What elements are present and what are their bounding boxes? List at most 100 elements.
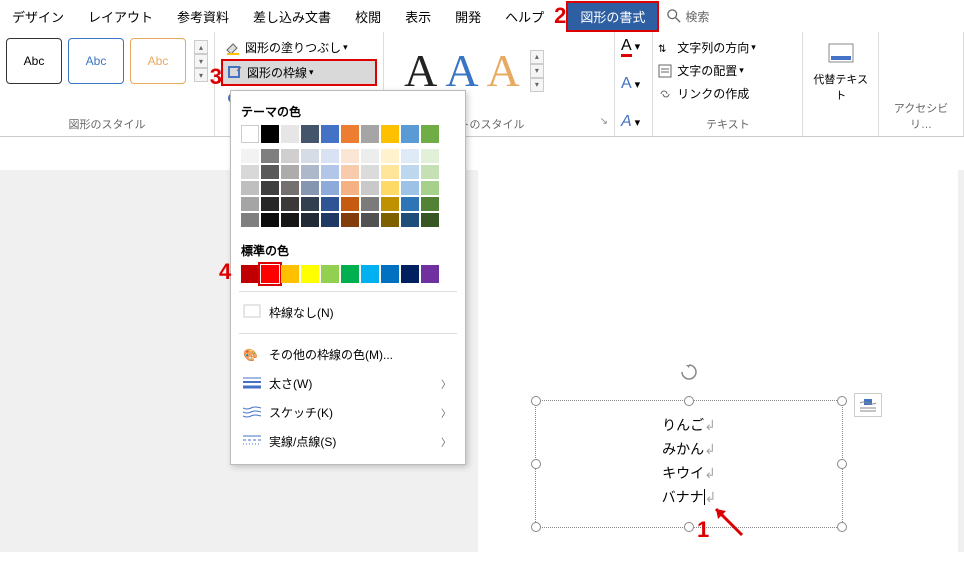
tint[interactable] (241, 149, 259, 163)
theme-color-green[interactable] (421, 125, 439, 143)
tint[interactable] (301, 213, 319, 227)
tint[interactable] (381, 213, 399, 227)
text-effects-button[interactable]: A ▾ (621, 112, 646, 132)
tint[interactable] (301, 181, 319, 195)
std-orange[interactable] (281, 265, 299, 283)
menu-design[interactable]: デザイン (0, 3, 76, 30)
menu-review[interactable]: 校閲 (343, 3, 393, 30)
std-lightgreen[interactable] (321, 265, 339, 283)
tint[interactable] (241, 197, 259, 211)
shape-style-3[interactable]: Abc (130, 38, 186, 84)
create-link-button[interactable]: リンクの作成 (657, 82, 798, 105)
tint[interactable] (361, 213, 379, 227)
layout-options-button[interactable] (854, 393, 882, 417)
wordart-spinner[interactable]: ▴▾▾ (530, 50, 544, 92)
std-purple[interactable] (421, 265, 439, 283)
shape-style-2[interactable]: Abc (68, 38, 124, 84)
tint[interactable] (301, 197, 319, 211)
tint[interactable] (421, 213, 439, 227)
resize-handle[interactable] (837, 522, 847, 532)
shape-style-1[interactable]: Abc (6, 38, 62, 84)
tint[interactable] (281, 213, 299, 227)
theme-color-white[interactable] (241, 125, 259, 143)
tint[interactable] (361, 181, 379, 195)
tint[interactable] (321, 181, 339, 195)
theme-color-darkblue[interactable] (301, 125, 319, 143)
menu-view[interactable]: 表示 (393, 3, 443, 30)
theme-color-gold[interactable] (381, 125, 399, 143)
theme-color-black[interactable] (261, 125, 279, 143)
tint[interactable] (381, 149, 399, 163)
tint[interactable] (361, 149, 379, 163)
tint[interactable] (321, 149, 339, 163)
tint[interactable] (341, 149, 359, 163)
tint[interactable] (341, 165, 359, 179)
shape-outline-button[interactable]: 図形の枠線▾ (221, 59, 377, 86)
tint[interactable] (261, 213, 279, 227)
menu-references[interactable]: 参考資料 (165, 3, 241, 30)
tint[interactable] (421, 181, 439, 195)
std-red[interactable] (261, 265, 279, 283)
tint[interactable] (321, 213, 339, 227)
tint[interactable] (321, 165, 339, 179)
dashes-item[interactable]: 実線/点線(S)〉 (239, 427, 457, 456)
resize-handle[interactable] (837, 396, 847, 406)
tint[interactable] (381, 197, 399, 211)
tint[interactable] (401, 213, 419, 227)
theme-color-lightblue[interactable] (401, 125, 419, 143)
resize-handle[interactable] (684, 396, 694, 406)
tint[interactable] (421, 149, 439, 163)
resize-handle[interactable] (531, 396, 541, 406)
tint[interactable] (341, 197, 359, 211)
theme-color-orange[interactable] (341, 125, 359, 143)
no-outline-item[interactable]: 枠線なし(N) (239, 298, 457, 327)
tint[interactable] (261, 165, 279, 179)
tint[interactable] (281, 197, 299, 211)
menu-developer[interactable]: 開発 (443, 3, 493, 30)
search-box[interactable]: 検索 (667, 8, 709, 25)
tint[interactable] (261, 181, 279, 195)
alt-text-button[interactable]: 代替テキスト (809, 40, 872, 103)
rotate-handle[interactable] (680, 363, 698, 381)
wordart-gallery[interactable]: A A A ▴▾▾ (404, 36, 608, 97)
shape-text-content[interactable]: りんご↲ みかん↲ キウイ↲ バナナ↲ (536, 401, 842, 509)
menu-help[interactable]: ヘルプ (493, 3, 556, 30)
resize-handle[interactable] (684, 522, 694, 532)
shape-style-spinner[interactable]: ▴▾▾ (194, 38, 208, 84)
tint[interactable] (401, 165, 419, 179)
tint[interactable] (421, 197, 439, 211)
tint[interactable] (261, 197, 279, 211)
std-blue[interactable] (381, 265, 399, 283)
theme-color-gray1[interactable] (281, 125, 299, 143)
wordart-style-3[interactable]: A (487, 44, 520, 97)
tint[interactable] (281, 181, 299, 195)
resize-handle[interactable] (837, 459, 847, 469)
shape-style-gallery[interactable]: Abc Abc Abc ▴▾▾ 3 (6, 36, 208, 84)
menu-layout[interactable]: レイアウト (76, 3, 165, 30)
tint[interactable] (361, 197, 379, 211)
text-outline-button[interactable]: A ▾ (621, 74, 646, 94)
menu-mailings[interactable]: 差し込み文書 (241, 3, 343, 30)
tint[interactable] (401, 197, 419, 211)
std-darkred[interactable] (241, 265, 259, 283)
menu-shape-format[interactable]: 図形の書式 (566, 1, 659, 32)
tint[interactable] (341, 181, 359, 195)
theme-color-blue[interactable] (321, 125, 339, 143)
tint[interactable] (381, 165, 399, 179)
tint[interactable] (321, 197, 339, 211)
std-green[interactable] (341, 265, 359, 283)
resize-handle[interactable] (531, 522, 541, 532)
tint[interactable] (301, 165, 319, 179)
text-box-shape[interactable]: りんご↲ みかん↲ キウイ↲ バナナ↲ (535, 400, 843, 528)
resize-handle[interactable] (531, 459, 541, 469)
tint[interactable] (401, 181, 419, 195)
tint[interactable] (381, 181, 399, 195)
std-yellow[interactable] (301, 265, 319, 283)
tint[interactable] (241, 181, 259, 195)
tint[interactable] (341, 213, 359, 227)
tint[interactable] (281, 149, 299, 163)
text-fill-button[interactable]: A ▾ (621, 36, 646, 56)
sketch-item[interactable]: スケッチ(K)〉 (239, 398, 457, 427)
text-align-button[interactable]: 文字の配置▾ (657, 59, 798, 82)
tint[interactable] (301, 149, 319, 163)
